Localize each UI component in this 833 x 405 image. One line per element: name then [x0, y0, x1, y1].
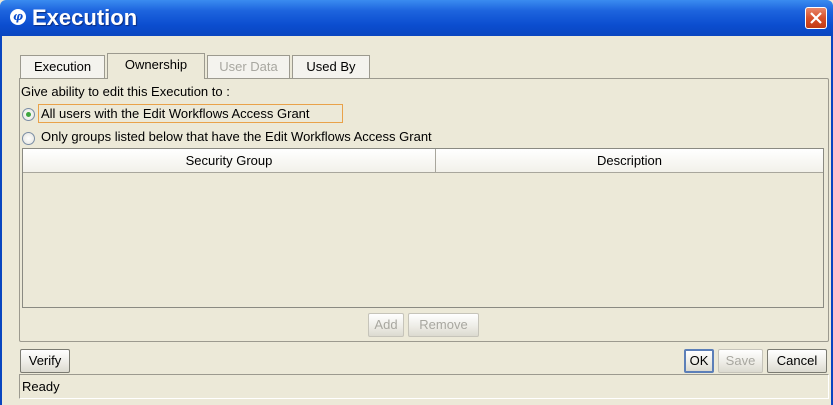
cancel-button[interactable]: Cancel	[767, 349, 827, 373]
execution-dialog: φ Execution Execution Ownership User Dat…	[0, 0, 833, 405]
option-all-users-label[interactable]: All users with the Edit Workflows Access…	[41, 106, 310, 121]
hp-logo-icon: φ	[10, 9, 26, 25]
ok-button[interactable]: OK	[684, 349, 714, 373]
tab-user-data: User Data	[207, 55, 290, 79]
option-only-groups-label[interactable]: Only groups listed below that have the E…	[41, 129, 432, 144]
ownership-prompt: Give ability to edit this Execution to :	[21, 84, 230, 99]
tab-ownership[interactable]: Ownership	[107, 53, 205, 79]
save-button[interactable]: Save	[718, 349, 763, 373]
close-icon	[810, 12, 822, 24]
close-button[interactable]	[805, 7, 827, 29]
security-group-table[interactable]: Security Group Description	[22, 148, 824, 308]
status-bar: Ready	[19, 374, 829, 399]
tab-execution[interactable]: Execution	[20, 55, 105, 79]
window-title: Execution	[32, 5, 138, 30]
radio-selected-dot	[26, 112, 31, 117]
verify-button[interactable]: Verify	[20, 349, 70, 373]
window-border-left	[0, 36, 2, 405]
title-bar[interactable]: φ Execution	[0, 0, 833, 36]
add-button[interactable]: Add	[368, 313, 404, 337]
column-header-description[interactable]: Description	[436, 149, 823, 173]
radio-all-users[interactable]	[22, 108, 35, 121]
column-header-security-group[interactable]: Security Group	[23, 149, 436, 173]
radio-only-groups[interactable]	[22, 132, 35, 145]
remove-button[interactable]: Remove	[408, 313, 479, 337]
tab-used-by[interactable]: Used By	[292, 55, 370, 79]
